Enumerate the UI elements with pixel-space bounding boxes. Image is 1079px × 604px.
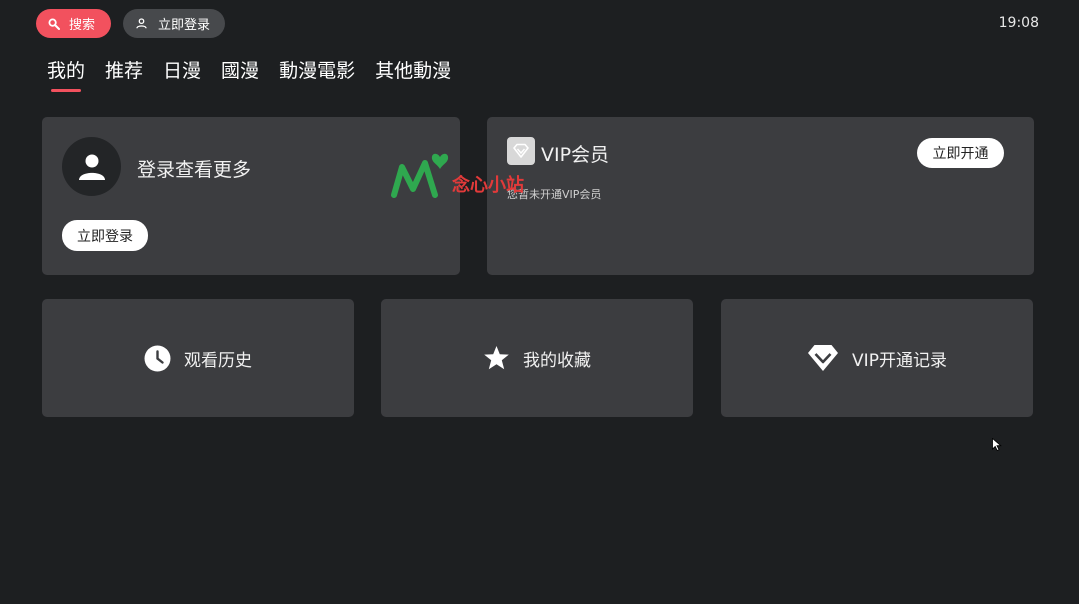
tab-anime-movies[interactable]: 動漫電影	[279, 56, 355, 83]
favorites-label: 我的收藏	[523, 350, 591, 371]
login-prompt-title: 登录查看更多	[137, 159, 252, 181]
star-icon	[484, 346, 509, 370]
vip-records-tile[interactable]: VIP开通记录	[721, 299, 1033, 417]
watermark-emblem-icon	[391, 153, 449, 198]
mouse-cursor-icon	[992, 438, 1002, 451]
diamond-icon	[808, 345, 839, 371]
app-screen: 搜索 立即登录 19:08 我的 推荐 日漫 國漫 動漫電影 其他動漫 登录查看…	[0, 0, 1079, 604]
watermark-logo: 念心小站	[390, 151, 550, 205]
search-icon	[48, 17, 60, 30]
watermark-text: 念心小站	[452, 175, 524, 196]
vip-card: VIP会员 您暂未开通VIP会员 立即开通	[487, 117, 1034, 275]
login-button[interactable]: 立即登录	[62, 220, 148, 251]
tab-mine[interactable]: 我的	[47, 56, 85, 92]
tab-japanese-anime[interactable]: 日漫	[163, 56, 201, 83]
tab-other-anime[interactable]: 其他動漫	[375, 56, 451, 83]
top-login-button[interactable]: 立即登录	[123, 9, 225, 38]
activate-vip-button[interactable]: 立即开通	[917, 138, 1004, 168]
favorites-tile[interactable]: 我的收藏	[381, 299, 693, 417]
vip-records-label: VIP开通记录	[852, 350, 947, 371]
watch-history-label: 观看历史	[184, 350, 252, 371]
top-login-label: 立即登录	[158, 18, 211, 33]
avatar	[62, 137, 121, 196]
clock: 19:08	[998, 15, 1039, 31]
person-icon	[78, 154, 105, 180]
user-icon	[136, 18, 147, 29]
vip-title: VIP会员	[541, 144, 610, 166]
search-button-label: 搜索	[69, 18, 96, 33]
category-tabs: 我的 推荐 日漫 國漫 動漫電影 其他動漫	[47, 56, 471, 92]
tab-chinese-anime[interactable]: 國漫	[221, 56, 259, 83]
clock-icon	[144, 345, 171, 371]
watch-history-tile[interactable]: 观看历史	[42, 299, 354, 417]
search-button[interactable]: 搜索	[36, 9, 111, 38]
tab-recommend[interactable]: 推荐	[105, 56, 143, 83]
